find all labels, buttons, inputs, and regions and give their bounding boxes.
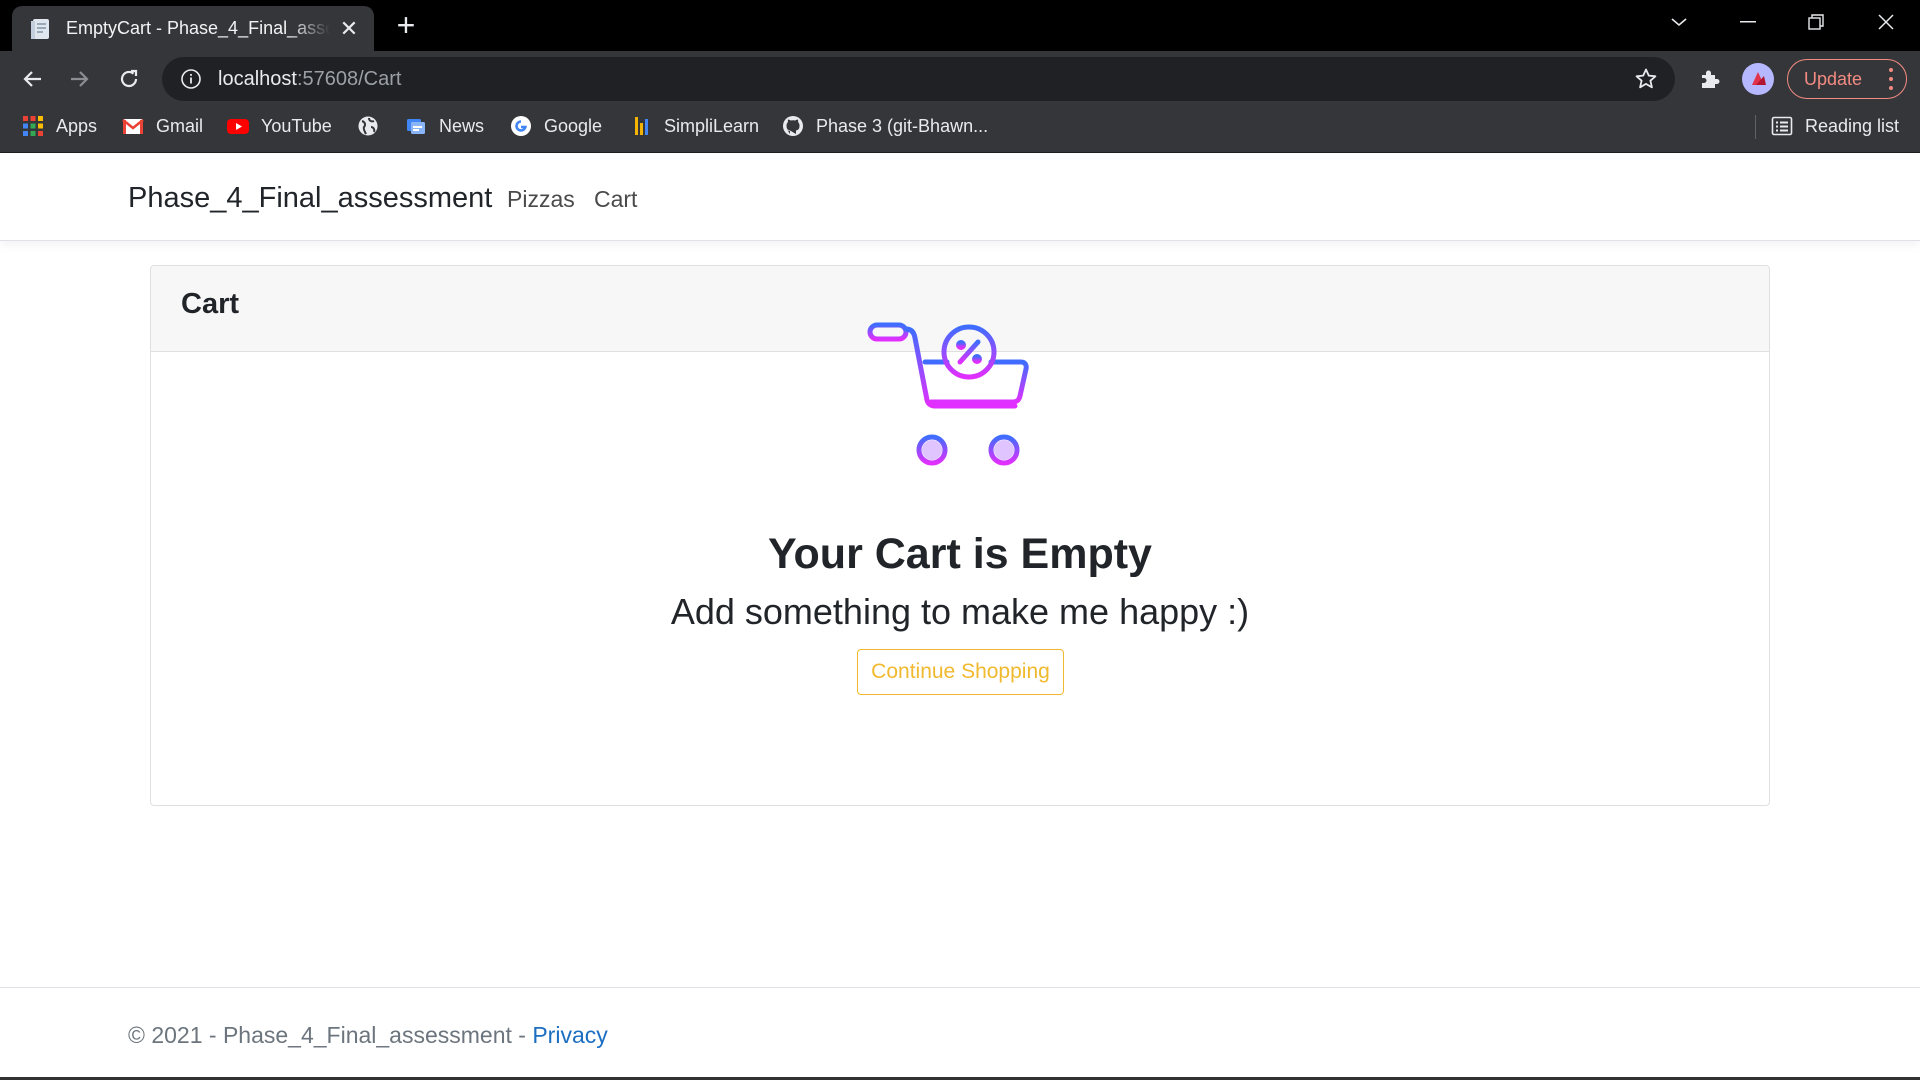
reading-list-button[interactable]: Reading list bbox=[1771, 106, 1899, 146]
bookmark-globe[interactable] bbox=[357, 106, 379, 146]
browser-toolbar: localhost:57608/Cart Update bbox=[0, 51, 1920, 106]
address-url[interactable]: localhost:57608/Cart bbox=[218, 68, 401, 91]
close-window-icon[interactable] bbox=[1858, 0, 1914, 44]
privacy-link[interactable]: Privacy bbox=[532, 1022, 607, 1048]
site-footer: © 2021 - Phase_4_Final_assessment - Priv… bbox=[0, 987, 1920, 1080]
reload-icon[interactable] bbox=[113, 63, 145, 95]
tab-close-icon[interactable]: ✕ bbox=[338, 17, 360, 40]
restore-icon[interactable] bbox=[1788, 0, 1844, 44]
gmail-icon bbox=[122, 118, 144, 134]
extensions-puzzle-icon[interactable] bbox=[1694, 63, 1726, 95]
forward-arrow-icon[interactable] bbox=[64, 63, 96, 95]
empty-cart-subtitle: Add something to make me happy :) bbox=[670, 591, 1250, 632]
github-icon bbox=[783, 116, 803, 136]
tab-title: EmptyCart - Phase_4_Final_assessment bbox=[66, 18, 330, 38]
cart-card: Cart Your Cart is Empty Add something to… bbox=[150, 265, 1770, 806]
bookmark-label: News bbox=[439, 115, 485, 136]
web-page: Phase_4_Final_assessment Pizzas Cart Car… bbox=[0, 154, 1920, 1080]
empty-cart-icon bbox=[867, 322, 1029, 466]
bookmark-simplilearn[interactable]: SimpliLearn bbox=[630, 106, 759, 146]
menu-dots-icon bbox=[1888, 68, 1894, 90]
site-navbar: Phase_4_Final_assessment Pizzas Cart bbox=[0, 154, 1920, 241]
bookmark-news[interactable]: News bbox=[405, 106, 484, 146]
document-icon bbox=[31, 18, 49, 39]
globe-icon bbox=[358, 116, 378, 136]
bookmark-label: Google bbox=[544, 115, 603, 136]
footer-text: © 2021 - Phase_4_Final_assessment - bbox=[128, 1022, 533, 1048]
footer-copyright: © 2021 - Phase_4_Final_assessment - Priv… bbox=[128, 1022, 608, 1049]
minimize-icon[interactable] bbox=[1720, 0, 1776, 44]
bookmarks-bar: Apps Gmail YouTube News Google SimpliLea… bbox=[0, 106, 1920, 153]
simplilearn-icon bbox=[635, 117, 648, 135]
browser-tab[interactable]: EmptyCart - Phase_4_Final_assessment ✕ bbox=[12, 6, 374, 51]
address-host: localhost bbox=[218, 67, 297, 90]
bookmark-label: Apps bbox=[56, 115, 98, 136]
nav-link-cart[interactable]: Cart bbox=[594, 186, 637, 213]
bookmark-star-icon[interactable] bbox=[1633, 66, 1659, 92]
browser-titlebar: EmptyCart - Phase_4_Final_assessment ✕ + bbox=[0, 0, 1920, 51]
bookmark-label: Gmail bbox=[156, 115, 204, 136]
back-arrow-icon[interactable] bbox=[16, 63, 48, 95]
bookmark-youtube[interactable]: YouTube bbox=[227, 106, 332, 146]
bookmark-label: Phase 3 (git-Bhawn... bbox=[816, 115, 989, 136]
google-icon bbox=[511, 116, 531, 136]
continue-shopping-button[interactable]: Continue Shopping bbox=[857, 649, 1064, 695]
bookmark-github-phase3[interactable]: Phase 3 (git-Bhawn... bbox=[782, 106, 988, 146]
bookmark-label: SimpliLearn bbox=[664, 115, 760, 136]
update-button[interactable]: Update bbox=[1787, 59, 1907, 99]
update-label: Update bbox=[1804, 68, 1863, 89]
news-icon bbox=[407, 119, 425, 134]
new-tab-button[interactable]: + bbox=[390, 9, 422, 42]
address-bar[interactable]: localhost:57608/Cart bbox=[162, 57, 1675, 101]
profile-avatar[interactable] bbox=[1742, 63, 1774, 95]
site-info-icon[interactable] bbox=[178, 66, 204, 92]
bookmark-label: YouTube bbox=[261, 115, 332, 136]
reading-list-icon bbox=[1771, 116, 1793, 136]
bookmarks-divider bbox=[1755, 115, 1756, 139]
nav-link-pizzas[interactable]: Pizzas bbox=[507, 186, 575, 213]
reading-list-label: Reading list bbox=[1805, 115, 1900, 136]
site-brand-link[interactable]: Phase_4_Final_assessment bbox=[128, 182, 492, 215]
bookmark-apps[interactable]: Apps bbox=[22, 106, 97, 146]
bookmark-google[interactable]: Google bbox=[510, 106, 602, 146]
bookmark-gmail[interactable]: Gmail bbox=[122, 106, 203, 146]
empty-cart-title: Your Cart is Empty bbox=[768, 530, 1152, 578]
apps-grid-icon bbox=[23, 116, 43, 136]
youtube-icon bbox=[227, 119, 249, 134]
tab-search-chevron-icon[interactable] bbox=[1651, 0, 1707, 44]
address-path: :57608/Cart bbox=[296, 67, 402, 90]
